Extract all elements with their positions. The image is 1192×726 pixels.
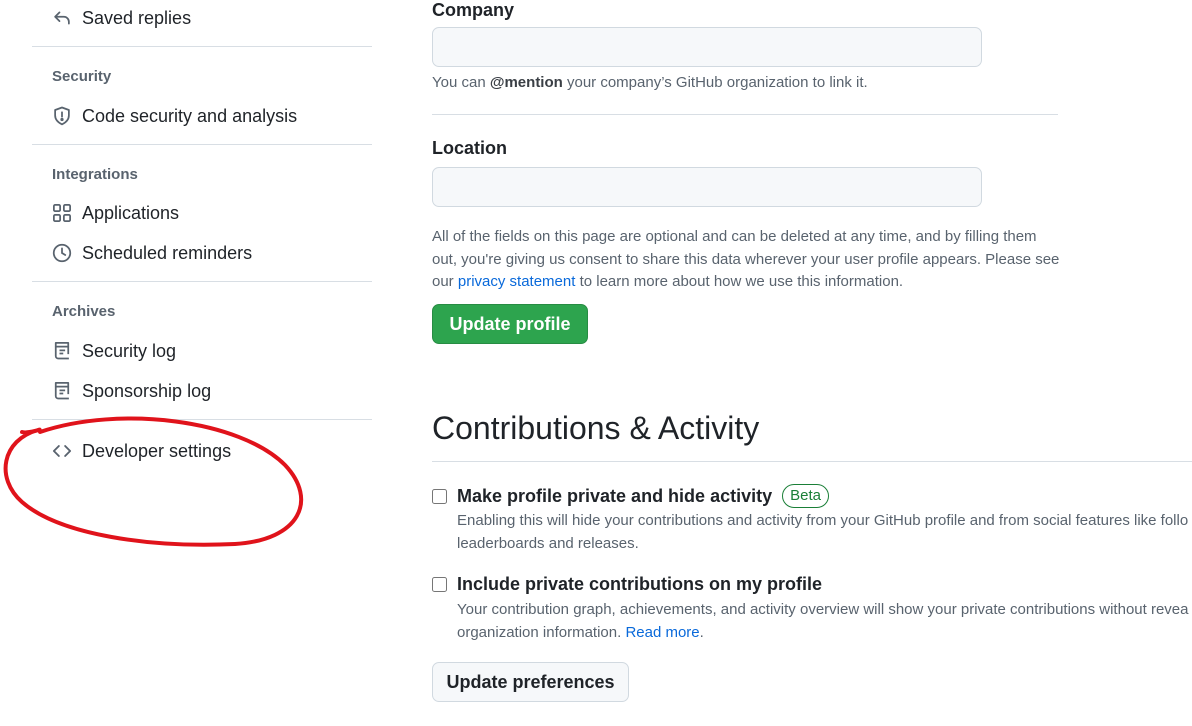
sidebar-heading-security: Security (52, 68, 112, 85)
company-help-text: You can @mention your company’s GitHub o… (432, 72, 868, 95)
description-line: Your contribution graph, achievements, a… (457, 601, 1189, 618)
sidebar-divider (32, 281, 372, 282)
private-profile-description: Enabling this will hide your contributio… (457, 510, 1192, 555)
update-profile-button[interactable]: Update profile (432, 304, 588, 344)
sidebar-item-applications[interactable]: Applications (52, 199, 179, 227)
mention-text: @mention (489, 74, 563, 91)
consent-line: our privacy statement to learn more abou… (432, 271, 1072, 294)
sidebar-divider (32, 46, 372, 47)
private-contributions-checkbox[interactable] (432, 577, 447, 592)
sidebar-divider (32, 144, 372, 145)
private-profile-row: Make profile private and hide activity B… (432, 484, 829, 508)
sidebar-item-label: Security log (82, 340, 177, 361)
description-line: leaderboards and releases. (457, 534, 639, 552)
description-line: organization information. Read more. (457, 622, 1192, 645)
company-help-prefix: You can (432, 74, 490, 91)
consent-line: All of the fields on this page are optio… (432, 228, 1037, 245)
sidebar-item-scheduled-reminders[interactable]: Scheduled reminders (52, 239, 252, 267)
shield-icon (52, 106, 72, 126)
consent-text: our (432, 273, 458, 290)
reply-icon (52, 8, 72, 28)
log-icon (52, 381, 72, 401)
apps-grid-icon (52, 203, 72, 223)
location-input[interactable] (432, 167, 982, 207)
sidebar-item-label: Saved replies (82, 7, 192, 28)
consent-line: out, you're giving us consent to share t… (432, 250, 1060, 268)
update-preferences-button[interactable]: Update preferences (432, 662, 629, 702)
company-help-suffix: your company’s GitHub organization to li… (562, 74, 868, 91)
sidebar-item-label: Scheduled reminders (82, 242, 253, 263)
sidebar-heading-integrations: Integrations (52, 166, 138, 183)
red-circle-annotation (3, 416, 304, 547)
company-label: Company (432, 0, 515, 20)
private-contributions-label[interactable]: Include private contributions on my prof… (457, 574, 822, 595)
beta-badge: Beta (782, 484, 829, 508)
consent-notice: All of the fields on this page are optio… (432, 226, 1072, 294)
description-line: Enabling this will hide your contributio… (457, 512, 1189, 529)
location-label: Location (432, 138, 507, 158)
private-contributions-row: Include private contributions on my prof… (432, 574, 822, 595)
sidebar-item-label: Applications (82, 202, 180, 223)
clock-icon (52, 243, 72, 263)
sidebar-item-security-log[interactable]: Security log (52, 337, 176, 365)
sidebar-item-code-security[interactable]: Code security and analysis (52, 102, 297, 130)
private-contributions-description: Your contribution graph, achievements, a… (457, 599, 1192, 644)
log-icon (52, 341, 72, 361)
sidebar-heading-archives: Archives (52, 303, 116, 320)
read-more-link[interactable]: Read more (625, 624, 699, 641)
private-profile-checkbox[interactable] (432, 488, 447, 504)
description-text: . (699, 623, 704, 641)
sidebar-item-label: Sponsorship log (82, 380, 212, 401)
company-input[interactable] (432, 27, 982, 67)
privacy-statement-link[interactable]: privacy statement (458, 273, 576, 290)
private-profile-label[interactable]: Make profile private and hide activity (457, 486, 772, 507)
sidebar-item-sponsorship-log[interactable]: Sponsorship log (52, 377, 211, 405)
consent-text: to learn more about how we use this info… (575, 273, 904, 290)
sidebar-item-label: Code security and analysis (82, 105, 298, 126)
form-divider (432, 114, 1058, 115)
description-text: organization information. (457, 623, 626, 641)
section-divider (432, 461, 1192, 462)
sidebar-item-saved-replies[interactable]: Saved replies (52, 4, 191, 32)
contributions-section-title: Contributions & Activity (432, 410, 760, 446)
